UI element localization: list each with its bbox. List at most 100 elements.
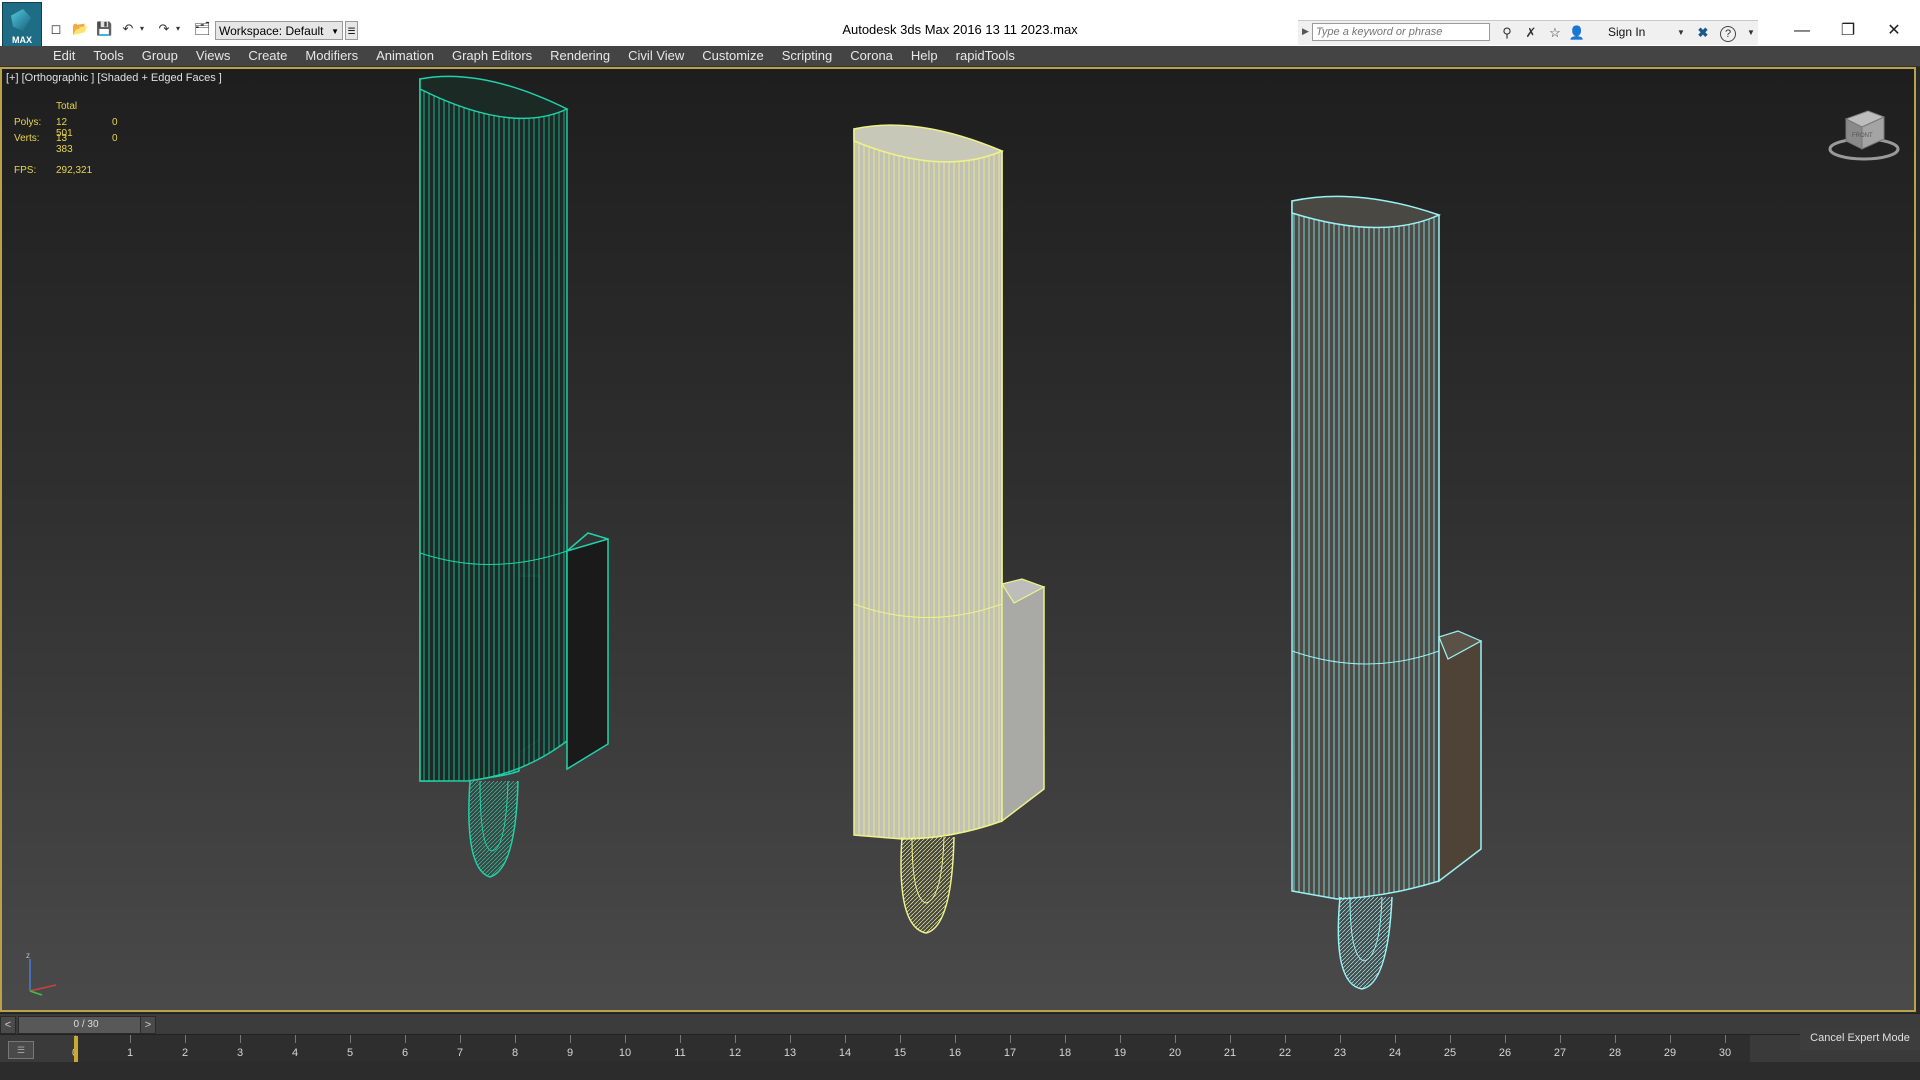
- menu-civil-view[interactable]: Civil View: [619, 46, 693, 66]
- frame-tick: [350, 1035, 351, 1043]
- frame-tick: [1615, 1035, 1616, 1043]
- frame-tick-label: 19: [1113, 1047, 1127, 1059]
- help-icon[interactable]: ?: [1720, 26, 1736, 42]
- lamp-object-teal[interactable]: [419, 75, 609, 878]
- perspective-viewport[interactable]: [+] [Orthographic ] [Shaded + Edged Face…: [0, 67, 1916, 1012]
- frame-ruler[interactable]: 0123456789101112131415161718192021222324…: [72, 1035, 1750, 1063]
- current-frame-marker[interactable]: [74, 1036, 78, 1062]
- chevron-down-icon: ▼: [331, 27, 339, 36]
- time-slider-thumb[interactable]: 0 / 30: [18, 1016, 154, 1034]
- frame-tick: [240, 1035, 241, 1043]
- frame-tick-label: 15: [893, 1047, 907, 1059]
- menu-views[interactable]: Views: [187, 46, 239, 66]
- frame-tick-label: 28: [1608, 1047, 1622, 1059]
- exchange-apps-icon[interactable]: ✖: [1694, 24, 1712, 42]
- subscription-icon[interactable]: ✗: [1522, 24, 1540, 42]
- frame-tick-label: 30: [1718, 1047, 1732, 1059]
- menu-bar: Edit Tools Group Views Create Modifiers Animat…: [0, 46, 1920, 67]
- binoculars-icon[interactable]: ⚲: [1498, 24, 1516, 42]
- menu-group[interactable]: Group: [133, 46, 187, 66]
- viewcube[interactable]: FRONT: [1822, 101, 1902, 171]
- signin-dropdown-icon[interactable]: ▼: [1672, 24, 1690, 42]
- frame-tick: [1285, 1035, 1286, 1043]
- frame-tick-label: 4: [291, 1047, 299, 1059]
- cancel-expert-mode-button[interactable]: Cancel Expert Mode: [1800, 1026, 1920, 1050]
- menu-animation[interactable]: Animation: [367, 46, 443, 66]
- frame-tick: [295, 1035, 296, 1043]
- menu-create[interactable]: Create: [239, 46, 296, 66]
- frame-tick-label: 1: [126, 1047, 134, 1059]
- help-dropdown-icon[interactable]: ▼: [1742, 24, 1760, 42]
- frame-tick: [900, 1035, 901, 1043]
- frame-tick: [1395, 1035, 1396, 1043]
- project-folder-icon[interactable]: 🗂: [194, 21, 211, 37]
- frame-tick: [1725, 1035, 1726, 1043]
- previous-frame-button[interactable]: <: [0, 1016, 16, 1034]
- new-file-icon[interactable]: ◻: [48, 21, 64, 37]
- workspace-dropdown[interactable]: Workspace: Default ▼: [215, 21, 343, 40]
- frame-tick-label: 27: [1553, 1047, 1567, 1059]
- frame-tick-label: 21: [1223, 1047, 1237, 1059]
- frame-tick-label: 20: [1168, 1047, 1182, 1059]
- minimize-button[interactable]: —: [1780, 18, 1824, 44]
- menu-rendering[interactable]: Rendering: [541, 46, 619, 66]
- title-bar: MAX ◻ 📂 💾 ↶ ▾ ↷ ▾ 🗂 Workspace: Default ▼…: [0, 0, 1920, 48]
- application-button[interactable]: MAX: [2, 2, 42, 48]
- open-file-icon[interactable]: 📂: [72, 21, 88, 37]
- viewcube-front-face[interactable]: FRONT: [1852, 133, 1873, 139]
- frame-tick: [790, 1035, 791, 1043]
- frame-tick-label: 24: [1388, 1047, 1402, 1059]
- app-logo-icon: [11, 9, 31, 31]
- lamp-object-cyan[interactable]: [1291, 195, 1483, 990]
- sign-in-link[interactable]: Sign In: [1608, 25, 1645, 39]
- lamp-object-yellow[interactable]: [853, 124, 1046, 934]
- user-icon: 👤: [1568, 25, 1586, 40]
- save-file-icon[interactable]: 💾: [96, 21, 112, 37]
- redo-icon[interactable]: ↷: [156, 21, 172, 37]
- frame-tick-label: 13: [783, 1047, 797, 1059]
- frame-tick-label: 29: [1663, 1047, 1677, 1059]
- frame-tick: [515, 1035, 516, 1043]
- redo-dropdown-icon[interactable]: ▾: [174, 21, 182, 37]
- frame-tick: [405, 1035, 406, 1043]
- scene-canvas[interactable]: [2, 69, 1914, 1010]
- frame-tick-label: 22: [1278, 1047, 1292, 1059]
- menu-tools[interactable]: Tools: [84, 46, 132, 66]
- menu-graph-editors[interactable]: Graph Editors: [443, 46, 541, 66]
- status-bar: [0, 1062, 1920, 1080]
- quick-access-menu-button[interactable]: ☰: [345, 21, 358, 40]
- curve-editor-icon[interactable]: ☰: [8, 1041, 34, 1059]
- menu-edit[interactable]: Edit: [44, 46, 84, 66]
- search-input[interactable]: [1312, 23, 1490, 41]
- undo-dropdown-icon[interactable]: ▾: [138, 21, 146, 37]
- favorites-star-icon[interactable]: ☆: [1546, 24, 1564, 42]
- menu-scripting[interactable]: Scripting: [773, 46, 842, 66]
- menu-customize[interactable]: Customize: [693, 46, 772, 66]
- frame-tick-label: 2: [181, 1047, 189, 1059]
- window-title: Autodesk 3ds Max 2016 13 11 2023.max: [842, 22, 1078, 37]
- frame-tick: [735, 1035, 736, 1043]
- menu-help[interactable]: Help: [902, 46, 947, 66]
- svg-text:z: z: [26, 951, 30, 960]
- frame-tick-label: 26: [1498, 1047, 1512, 1059]
- frame-tick: [845, 1035, 846, 1043]
- frame-tick: [1340, 1035, 1341, 1043]
- menu-corona[interactable]: Corona: [841, 46, 902, 66]
- expand-search-icon[interactable]: ▶: [1302, 26, 1309, 37]
- undo-icon[interactable]: ↶: [120, 21, 136, 37]
- frame-tick: [625, 1035, 626, 1043]
- time-slider-bar: < 0 / 30 >: [0, 1013, 1920, 1034]
- frame-tick-label: 23: [1333, 1047, 1347, 1059]
- frame-tick: [1505, 1035, 1506, 1043]
- frame-tick: [185, 1035, 186, 1043]
- menu-modifiers[interactable]: Modifiers: [296, 46, 367, 66]
- frame-tick-label: 7: [456, 1047, 464, 1059]
- close-button[interactable]: ✕: [1872, 18, 1916, 44]
- menu-rapidtools[interactable]: rapidTools: [947, 46, 1024, 66]
- restore-button[interactable]: ❐: [1826, 18, 1870, 44]
- next-frame-button[interactable]: >: [140, 1016, 156, 1034]
- frame-tick: [130, 1035, 131, 1043]
- frame-tick-label: 11: [674, 1047, 686, 1059]
- frame-tick: [570, 1035, 571, 1043]
- track-bar[interactable]: ☰ 01234567891011121314151617181920212223…: [0, 1034, 1920, 1063]
